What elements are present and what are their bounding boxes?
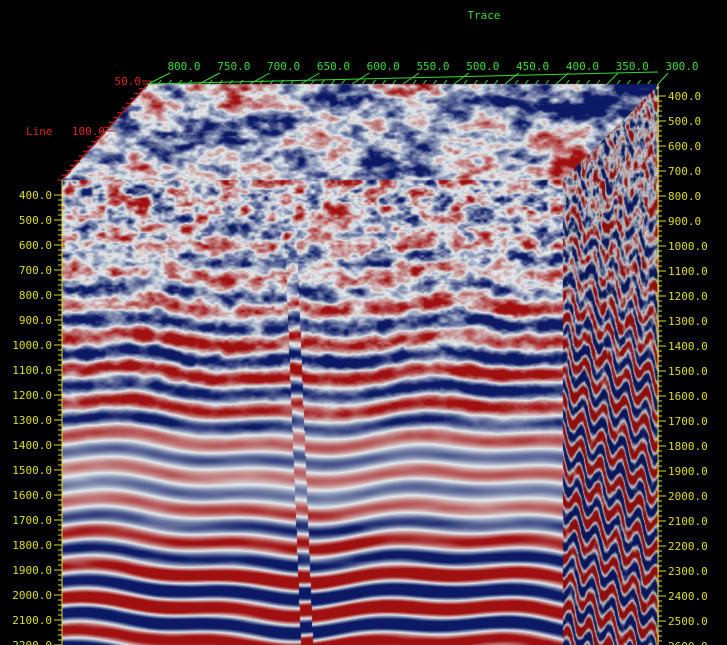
trace-minor-tick	[484, 79, 489, 85]
trace-tick-mark	[402, 72, 420, 85]
time-tick-label: 2300.0	[668, 565, 708, 578]
time-tick-label: 1900.0	[668, 465, 708, 478]
time-tick-label: 800.0	[19, 289, 52, 302]
trace-axis: 800.0 750.0 700.0 650.0 600.0 550.0 500.0 450.0…	[147, 60, 699, 85]
time-tick-label: 1700.0	[12, 514, 52, 527]
trace-tick-label: 600.0	[367, 60, 400, 73]
time-tick-label: 1100.0	[12, 364, 52, 377]
trace-minor-tick	[371, 79, 376, 85]
trace-minor-tick	[412, 79, 417, 85]
time-tick-label: 1400.0	[668, 340, 708, 353]
trace-tick-label: 550.0	[416, 60, 449, 73]
time-tick-label: 1900.0	[12, 564, 52, 577]
trace-tick-mark	[453, 72, 470, 85]
trace-tick-label: 400.0	[566, 60, 599, 73]
trace-tick-label: 350.0	[616, 60, 649, 73]
line-tick-label: 50.0	[115, 75, 142, 88]
time-tick-label: 2200.0	[12, 639, 52, 645]
trace-tick-label: 300.0	[665, 60, 698, 73]
trace-minor-tick	[382, 79, 387, 85]
trace-minor-tick	[422, 79, 427, 85]
trace-axis-line	[147, 71, 659, 85]
time-tick-label: 1300.0	[12, 414, 52, 427]
trace-minor-tick	[627, 79, 631, 85]
time-tick-label: 1600.0	[668, 390, 708, 403]
time-tick-label: 1500.0	[12, 464, 52, 477]
trace-minor-tick	[545, 79, 550, 85]
time-tick-label: 800.0	[668, 190, 701, 203]
time-tick-label: 1000.0	[12, 339, 52, 352]
time-tick-label: 2000.0	[12, 589, 52, 602]
trace-axis-title: Trace	[467, 9, 500, 22]
trace-tick-mark	[606, 72, 619, 85]
trace-minor-tick	[514, 79, 519, 85]
trace-minor-tick	[565, 79, 570, 85]
time-tick-label: 700.0	[668, 165, 701, 178]
trace-minor-tick	[320, 79, 325, 85]
trace-tick-label: 700.0	[267, 60, 300, 73]
time-tick-label: 1300.0	[668, 315, 708, 328]
time-tick-label: 500.0	[19, 214, 52, 227]
trace-minor-tick	[637, 79, 641, 85]
trace-minor-tick	[259, 79, 264, 85]
time-tick-label: 1200.0	[668, 290, 708, 303]
trace-tick-mark	[300, 72, 320, 85]
time-tick-label: 1400.0	[12, 439, 52, 452]
time-tick-label: 2200.0	[668, 540, 708, 553]
line-axis: 50.0 100.0	[57, 75, 152, 181]
time-tick-label: 2100.0	[668, 515, 708, 528]
trace-tick-label: 500.0	[466, 60, 499, 73]
trace-minor-tick	[392, 79, 397, 85]
time-tick-label: 400.0	[668, 90, 701, 103]
axes-overlay: Trace Line 800.0 750.0 700.0 650.0 600.0 550.…	[12, 9, 708, 645]
trace-tick-label: 750.0	[217, 60, 250, 73]
time-tick-label: 900.0	[668, 215, 701, 228]
trace-tick-mark	[249, 72, 270, 85]
line-axis-title: Line	[26, 125, 53, 138]
trace-minor-tick	[576, 79, 580, 85]
time-tick-label: 900.0	[19, 314, 52, 327]
line-tick-label: 100.0	[72, 125, 105, 138]
trace-tick-label: 800.0	[167, 60, 200, 73]
trace-minor-tick	[433, 79, 438, 85]
time-tick-label: 2400.0	[668, 590, 708, 603]
time-axis-side: 400.0 500.0 600.0 700.0 800.0 900.0 1000.0 1100…	[657, 84, 708, 645]
time-tick-label: 1800.0	[668, 440, 708, 453]
trace-minor-tick	[361, 79, 366, 85]
trace-minor-tick	[586, 79, 590, 85]
time-tick-label: 600.0	[19, 239, 52, 252]
trace-minor-tick	[494, 79, 499, 85]
time-axis-front: 400.0 500.0 600.0 700.0 800.0 900.0 1000.0 1100…	[12, 180, 63, 645]
time-tick-label: 1000.0	[668, 240, 708, 253]
time-tick-label: 2600.0	[668, 640, 708, 645]
time-tick-label: 1800.0	[12, 539, 52, 552]
trace-minor-tick	[331, 79, 336, 85]
trace-tick-label: 450.0	[516, 60, 549, 73]
trace-tick-label: 650.0	[317, 60, 350, 73]
time-tick-label: 2000.0	[668, 490, 708, 503]
trace-minor-tick	[341, 79, 346, 85]
trace-minor-tick	[473, 79, 478, 85]
trace-minor-tick	[647, 79, 652, 85]
time-tick-label: 2500.0	[668, 615, 708, 628]
trace-tick-mark	[657, 72, 669, 85]
trace-minor-tick	[596, 79, 601, 85]
time-tick-label: 1100.0	[668, 265, 708, 278]
time-tick-label: 700.0	[19, 264, 52, 277]
trace-minor-tick	[443, 79, 448, 85]
trace-minor-tick	[525, 79, 529, 85]
trace-minor-tick	[535, 79, 539, 85]
trace-minor-tick	[463, 79, 468, 85]
time-tick-label: 500.0	[668, 115, 701, 128]
time-tick-label: 600.0	[668, 140, 701, 153]
time-tick-label: 1200.0	[12, 389, 52, 402]
time-tick-label: 400.0	[19, 189, 52, 202]
time-tick-label: 1700.0	[668, 415, 708, 428]
time-tick-label: 2100.0	[12, 614, 52, 627]
time-tick-label: 1500.0	[668, 365, 708, 378]
time-tick-label: 1600.0	[12, 489, 52, 502]
trace-minor-tick	[616, 79, 621, 85]
